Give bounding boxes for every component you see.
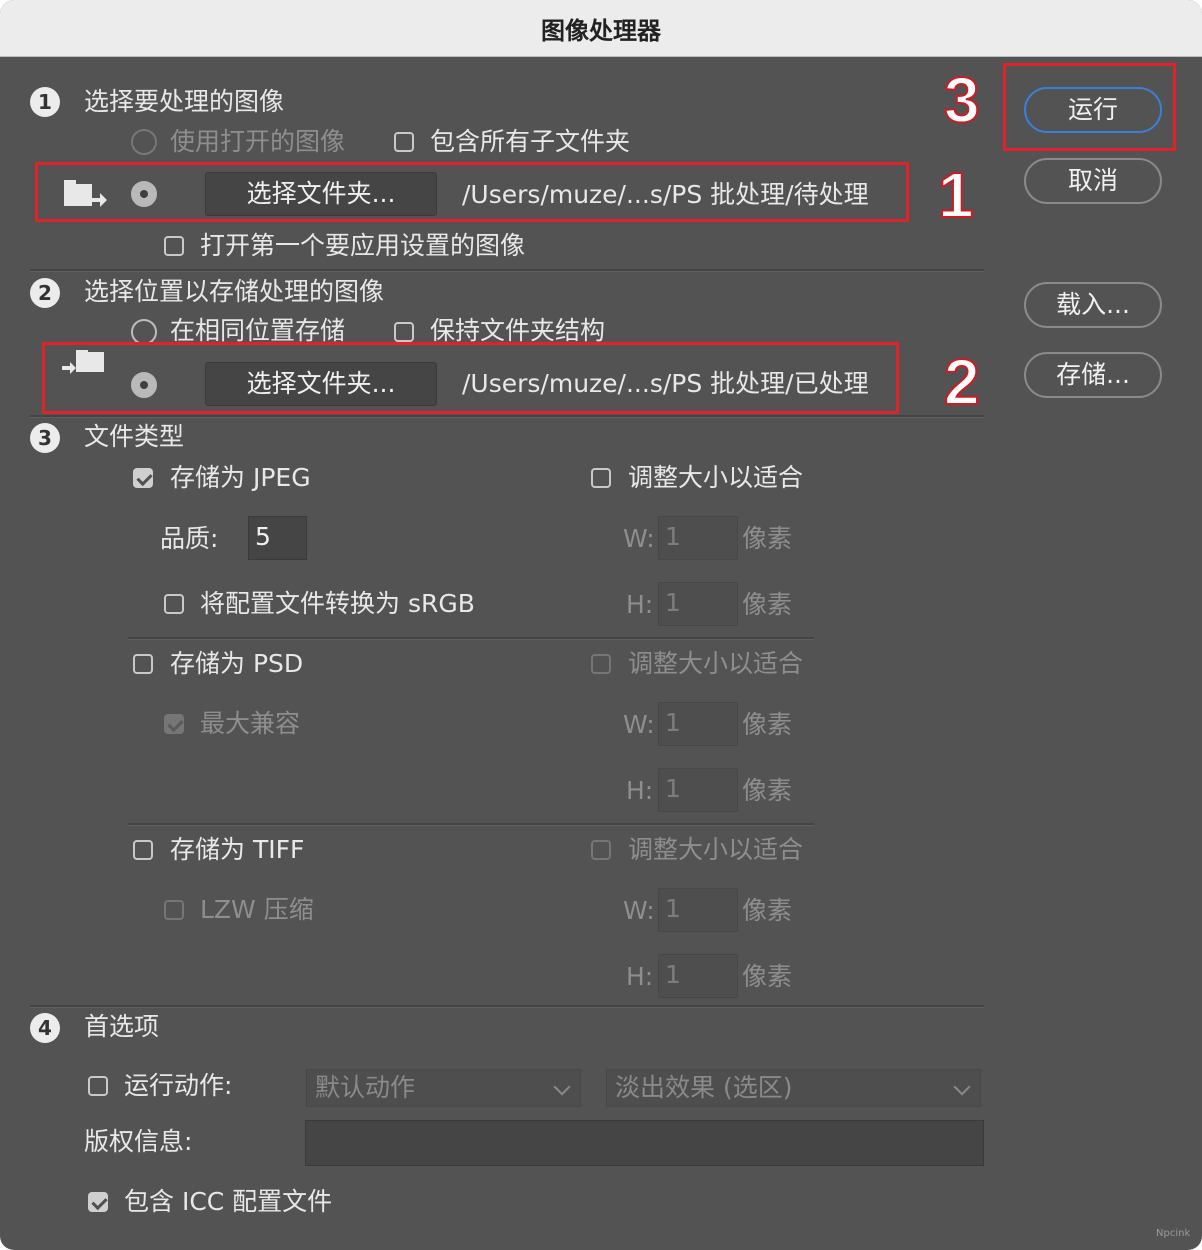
psd-w-label: W:: [623, 710, 655, 739]
action-set-value: 默认动作: [315, 1073, 416, 1102]
include-subfolders-label: 包含所有子文件夹: [430, 127, 631, 156]
psd-height-input[interactable]: 1: [658, 768, 738, 812]
psd-resize-label: 调整大小以适合: [628, 649, 804, 678]
section-divider: [30, 1005, 984, 1008]
jpeg-width-input[interactable]: 1: [658, 516, 738, 560]
quality-input[interactable]: 5: [248, 516, 307, 560]
jpeg-w-label: W:: [623, 524, 655, 553]
annotation-number-2: 2: [943, 346, 981, 418]
step-1-badge: 1: [30, 87, 60, 117]
include-icc-label: 包含 ICC 配置文件: [124, 1187, 333, 1216]
tiff-h-label: H:: [626, 962, 654, 991]
jpeg-height-input[interactable]: 1: [658, 582, 738, 626]
open-first-image-checkbox[interactable]: [164, 236, 184, 256]
annotation-box-3: [1003, 63, 1176, 151]
action-value: 淡出效果 (选区): [615, 1073, 793, 1102]
psd-h-unit: 像素: [742, 776, 793, 805]
step-2-badge: 2: [30, 278, 60, 308]
section-divider: [30, 415, 984, 418]
filetype-divider: [128, 637, 814, 640]
copyright-input[interactable]: [305, 1120, 984, 1166]
jpeg-h-label: H:: [626, 590, 654, 619]
convert-srgb-checkbox[interactable]: [164, 594, 184, 614]
jpeg-w-unit: 像素: [742, 524, 793, 553]
section-divider: [30, 269, 984, 272]
lzw-label: LZW 压缩: [200, 895, 314, 924]
section-1-title: 选择要处理的图像: [84, 87, 285, 116]
annotation-box-2: [42, 342, 899, 414]
section-3-title: 文件类型: [84, 422, 185, 451]
run-action-checkbox[interactable]: [88, 1076, 108, 1096]
action-set-select[interactable]: 默认动作: [306, 1069, 581, 1107]
quality-label: 品质:: [160, 524, 219, 553]
save-as-jpeg-label: 存储为 JPEG: [170, 463, 311, 492]
watermark: Npcink: [1156, 1228, 1191, 1239]
jpeg-resize-checkbox[interactable]: [591, 468, 611, 488]
save-as-tiff-checkbox[interactable]: [133, 840, 153, 860]
cancel-button[interactable]: 取消: [1024, 158, 1162, 204]
lzw-checkbox[interactable]: [164, 900, 184, 920]
keep-folder-structure-checkbox[interactable]: [394, 322, 414, 342]
jpeg-resize-label: 调整大小以适合: [628, 463, 804, 492]
save-as-tiff-label: 存储为 TIFF: [170, 835, 305, 864]
chevron-down-icon: [953, 1078, 971, 1096]
save-as-psd-label: 存储为 PSD: [170, 649, 304, 678]
tiff-h-unit: 像素: [742, 962, 793, 991]
load-button[interactable]: 载入...: [1024, 282, 1162, 328]
use-open-images-radio[interactable]: [131, 129, 157, 155]
open-first-image-label: 打开第一个要应用设置的图像: [200, 231, 526, 260]
image-processor-dialog: 图像处理器 1 选择要处理的图像 使用打开的图像 包含所有子文件夹 选择文件夹.…: [0, 0, 1202, 1250]
annotation-number-3: 3: [943, 64, 981, 136]
filetype-divider: [128, 823, 814, 826]
psd-w-unit: 像素: [742, 710, 793, 739]
jpeg-h-unit: 像素: [742, 590, 793, 619]
use-open-images-label: 使用打开的图像: [170, 127, 346, 156]
copyright-label: 版权信息:: [84, 1127, 193, 1156]
save-settings-button[interactable]: 存储...: [1024, 352, 1162, 398]
tiff-height-input[interactable]: 1: [658, 954, 738, 998]
psd-resize-checkbox[interactable]: [591, 654, 611, 674]
tiff-w-label: W:: [623, 896, 655, 925]
convert-srgb-label: 将配置文件转换为 sRGB: [200, 589, 475, 618]
tiff-width-input[interactable]: 1: [658, 888, 738, 932]
tiff-w-unit: 像素: [742, 896, 793, 925]
step-4-badge: 4: [30, 1013, 60, 1043]
annotation-number-1: 1: [937, 159, 975, 231]
include-subfolders-checkbox[interactable]: [394, 132, 414, 152]
save-as-psd-checkbox[interactable]: [133, 654, 153, 674]
section-4-title: 首选项: [84, 1012, 160, 1041]
run-action-label: 运行动作:: [124, 1071, 233, 1100]
annotation-box-1: [35, 162, 909, 222]
include-icc-checkbox[interactable]: [88, 1192, 108, 1212]
max-compat-checkbox[interactable]: [164, 714, 184, 734]
psd-width-input[interactable]: 1: [658, 702, 738, 746]
action-select[interactable]: 淡出效果 (选区): [606, 1069, 981, 1107]
title-bar: 图像处理器: [0, 0, 1202, 57]
section-2-title: 选择位置以存储处理的图像: [84, 277, 385, 306]
psd-h-label: H:: [626, 776, 654, 805]
chevron-down-icon: [553, 1078, 571, 1096]
window-title: 图像处理器: [541, 16, 661, 45]
tiff-resize-checkbox[interactable]: [591, 840, 611, 860]
save-as-jpeg-checkbox[interactable]: [133, 468, 153, 488]
max-compat-label: 最大兼容: [200, 709, 301, 738]
step-3-badge: 3: [30, 423, 60, 453]
tiff-resize-label: 调整大小以适合: [628, 835, 804, 864]
